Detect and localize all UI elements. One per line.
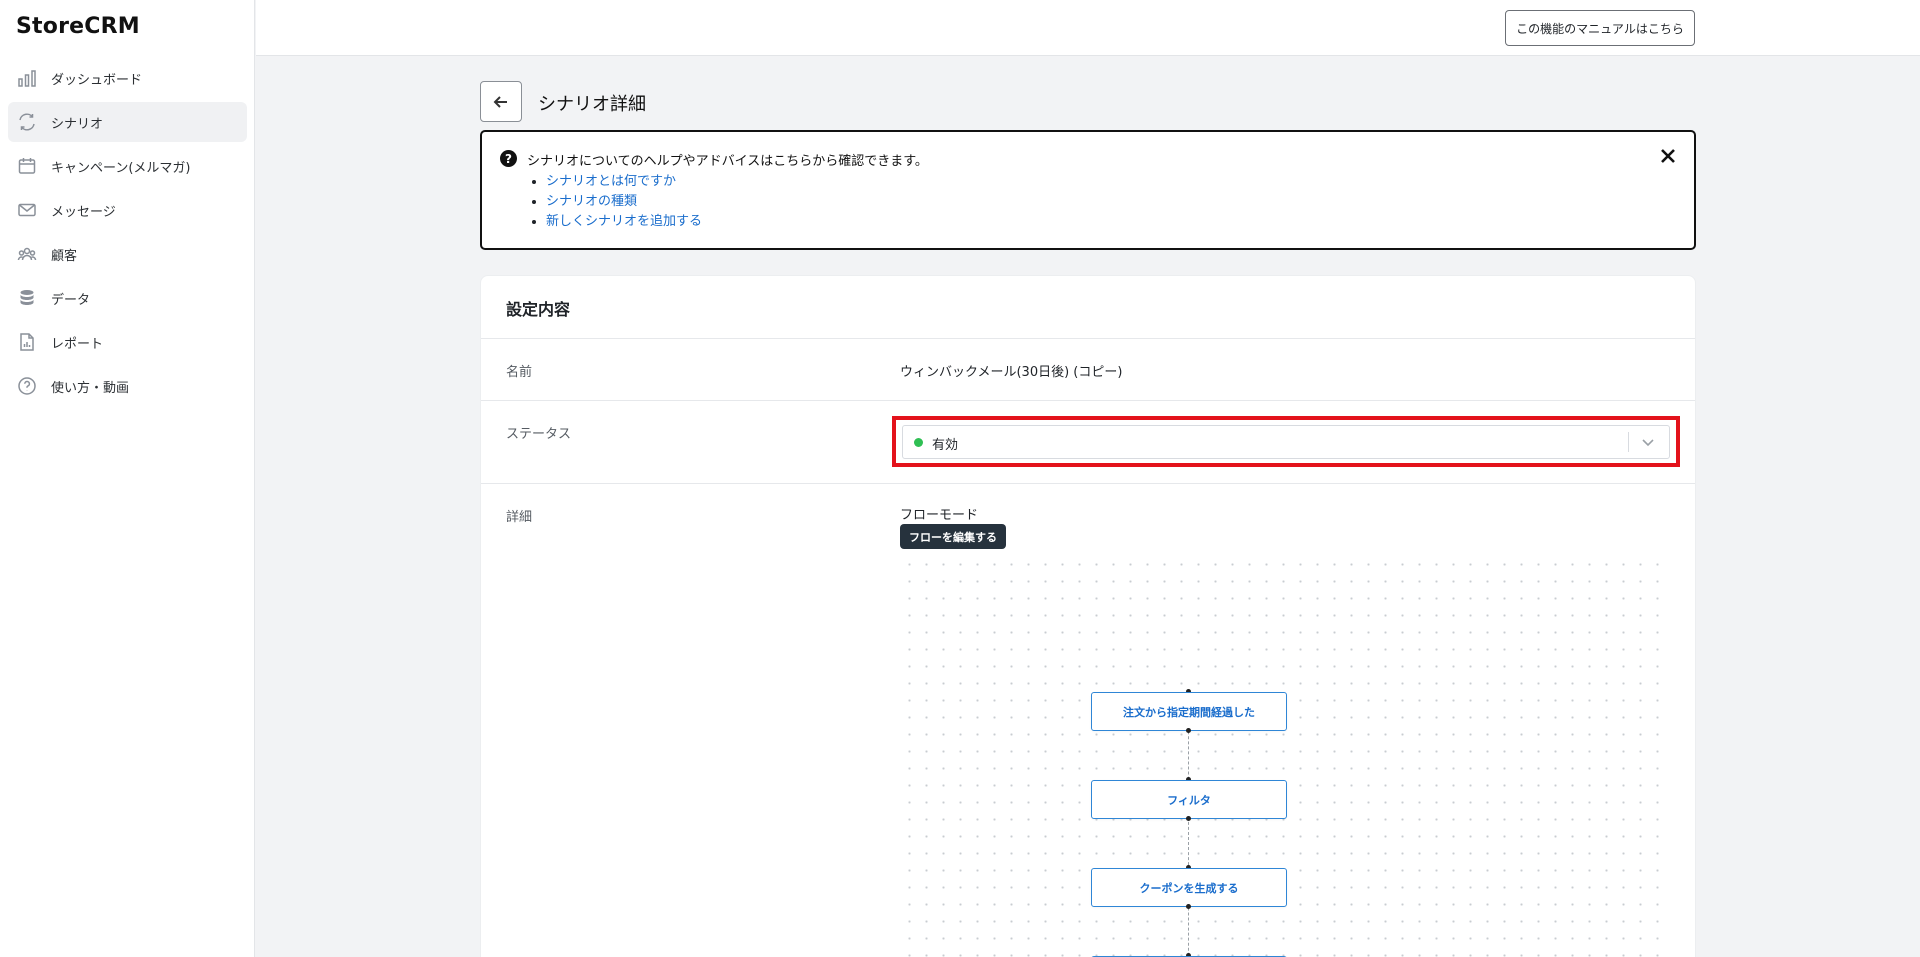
help-text: シナリオについてのヘルプやアドバイスはこちらから確認できます。 [527, 154, 928, 169]
sidebar-item-data[interactable]: データ [8, 278, 247, 318]
mail-icon [16, 199, 38, 221]
flow-node-coupon[interactable]: クーポンを生成する [1091, 868, 1287, 907]
manual-button[interactable]: この機能のマニュアルはこちら [1505, 10, 1695, 46]
help-box: ? シナリオについてのヘルプやアドバイスはこちらから確認できます。 シナリオとは… [480, 130, 1696, 250]
status-value: 有効 [932, 438, 959, 453]
users-icon [16, 243, 38, 265]
sidebar-item-label: キャンペーン(メルマガ) [51, 160, 191, 176]
edit-flow-button[interactable]: フローを編集する [900, 524, 1006, 549]
flow-node-trigger[interactable]: 注文から指定期間経過した [1091, 692, 1287, 731]
help-link-what-is-scenario[interactable]: シナリオとは何ですか [546, 174, 676, 189]
help-links: シナリオとは何ですか シナリオの種類 新しくシナリオを追加する [532, 172, 702, 232]
sidebar-item-label: 顧客 [51, 248, 78, 264]
flow-mode-label: フローモード [900, 508, 979, 523]
name-value: ウィンバックメール(30日後) (コピー) [900, 365, 1123, 380]
list-item: シナリオの種類 [546, 192, 702, 212]
arrow-left-icon [493, 95, 507, 108]
sidebar-item-customers[interactable]: 顧客 [8, 234, 247, 274]
status-dot-icon [914, 438, 923, 447]
sidebar-item-help[interactable]: 使い方・動画 [8, 366, 247, 406]
back-button[interactable] [480, 81, 522, 122]
close-button[interactable] [1658, 146, 1678, 166]
status-select[interactable]: 有効 [902, 425, 1670, 459]
sidebar-item-campaign[interactable]: キャンペーン(メルマガ) [8, 146, 247, 186]
sidebar: StoreCRM ダッシュボード シナリオ キャンペーン(メルマガ) メッセージ [0, 0, 255, 957]
calendar-icon [16, 155, 38, 177]
flow-port[interactable] [1186, 904, 1191, 909]
sidebar-item-label: 使い方・動画 [51, 380, 130, 396]
divider [481, 338, 1695, 339]
detail-label: 詳細 [506, 510, 533, 525]
database-icon [16, 287, 38, 309]
help-link-add-scenario[interactable]: 新しくシナリオを追加する [546, 214, 702, 229]
refresh-icon [16, 111, 38, 133]
app-logo[interactable]: StoreCRM [16, 14, 140, 39]
flow-port[interactable] [1186, 816, 1191, 821]
list-item: 新しくシナリオを追加する [546, 212, 702, 232]
flow-node-filter[interactable]: フィルタ [1091, 780, 1287, 819]
page-title: シナリオ詳細 [538, 94, 646, 115]
name-label: 名前 [506, 365, 533, 380]
sidebar-item-report[interactable]: レポート [8, 322, 247, 362]
flow-port[interactable] [1186, 728, 1191, 733]
divider [481, 483, 1695, 484]
sidebar-item-label: ダッシュボード [51, 72, 143, 88]
help-link-scenario-types[interactable]: シナリオの種類 [546, 194, 637, 209]
card-title: 設定内容 [506, 300, 571, 319]
sidebar-item-message[interactable]: メッセージ [8, 190, 247, 230]
sidebar-nav: ダッシュボード シナリオ キャンペーン(メルマガ) メッセージ 顧客 データ レ… [8, 58, 247, 410]
sidebar-item-label: データ [51, 292, 91, 308]
sidebar-item-scenario[interactable]: シナリオ [8, 102, 247, 142]
list-item: シナリオとは何ですか [546, 172, 702, 192]
status-highlight: 有効 [892, 416, 1680, 467]
sidebar-item-dashboard[interactable]: ダッシュボード [8, 58, 247, 98]
bar-chart-icon [16, 67, 38, 89]
report-icon [16, 331, 38, 353]
question-icon: ? [500, 150, 517, 167]
help-circle-icon [16, 375, 38, 397]
sidebar-item-label: レポート [51, 336, 104, 352]
close-icon [1661, 149, 1675, 163]
divider [481, 400, 1695, 401]
settings-card: 設定内容 名前 ウィンバックメール(30日後) (コピー) ステータス 有効 詳… [480, 275, 1696, 957]
sidebar-item-label: シナリオ [51, 116, 104, 132]
divider [1628, 432, 1629, 452]
chevron-down-icon[interactable] [1641, 435, 1657, 451]
status-label: ステータス [506, 427, 572, 442]
sidebar-item-label: メッセージ [51, 204, 116, 220]
